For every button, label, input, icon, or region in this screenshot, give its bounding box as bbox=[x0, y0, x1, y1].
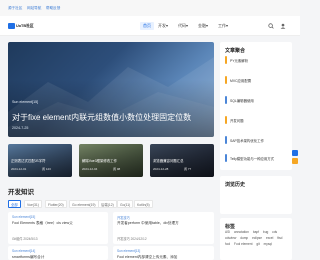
top-link-navigation[interactable]: 网站导航 bbox=[27, 6, 41, 11]
tab-go-element[interactable]: Go element(19) bbox=[69, 200, 99, 208]
post-tag[interactable]: Sun element[13] bbox=[117, 249, 140, 253]
logo-icon[interactable] bbox=[8, 23, 15, 29]
recommend-item[interactable]: SQL编辑器使用 bbox=[225, 94, 293, 109]
thumb-date: 2024-12-04 bbox=[82, 167, 98, 171]
post-card[interactable]: 开发技巧 开发者perform 中使用table、div处理方 开发技巧 202… bbox=[113, 212, 214, 244]
recommend-bar bbox=[225, 154, 227, 162]
recommend-label: Telly模型功能与一种应用方式 bbox=[230, 157, 275, 161]
hero-title[interactable]: 对于fixe element内联元组数值小数位处理固定位数 bbox=[12, 112, 191, 123]
tag-item[interactable]: fool bbox=[225, 241, 230, 247]
post-tag[interactable]: Sun element[14] bbox=[12, 249, 35, 253]
post-title[interactable]: 开发者perform 中使用table、div处理方 bbox=[117, 221, 179, 226]
tab-backend[interactable]: 后端(12) bbox=[98, 200, 117, 208]
tag-cloud: ASI annotation bapf bug cds cdsview dump… bbox=[225, 229, 293, 247]
recommend-bar bbox=[225, 76, 227, 84]
tab-flutter[interactable]: Flutter(20) bbox=[45, 200, 67, 208]
sidebar-recommend: 文章聚合 PY元素解析 MVC应用配置 SQL编辑器使用 开发问题 SAP技术架… bbox=[220, 42, 292, 170]
hero-date: 2024-7-25 bbox=[12, 126, 29, 130]
thumb-card[interactable]: 正则表达式匹配JS字符 2024-12-01 阅 123 bbox=[8, 144, 72, 177]
recommend-bar bbox=[225, 136, 227, 144]
post-meta: Git组件 2024/5/13 bbox=[12, 237, 38, 241]
top-link-feedback[interactable]: 帮助反馈 bbox=[46, 6, 60, 11]
tab-kotlin[interactable]: Kotlin(5) bbox=[134, 200, 153, 208]
post-tag[interactable]: Sun element[15] bbox=[12, 215, 35, 219]
post-title[interactable]: Fool Elements 表格（tree）cls view父 bbox=[12, 221, 73, 226]
search-icon[interactable] bbox=[268, 23, 274, 29]
tab-go[interactable]: Go(11) bbox=[117, 200, 134, 208]
recommend-item[interactable]: Telly模型功能与一种应用方式 bbox=[225, 152, 293, 167]
recommend-item[interactable]: MVC应用配置 bbox=[225, 74, 293, 89]
history-list bbox=[225, 186, 293, 208]
post-title[interactable]: smartforms编写合计 bbox=[12, 255, 44, 260]
recommend-item[interactable]: SAP技术架构优化工作 bbox=[225, 134, 293, 149]
post-card[interactable]: Sun element[15] Fool Elements 表格（tree）cl… bbox=[8, 212, 108, 244]
recommend-bar bbox=[225, 56, 227, 64]
sidebar-recommend-title: 文章聚合 bbox=[225, 48, 246, 54]
section-title: 开发知识 bbox=[8, 189, 34, 196]
top-link-community[interactable]: 源于社区 bbox=[8, 6, 22, 11]
tag-item[interactable]: git bbox=[256, 241, 259, 247]
recommend-bar bbox=[225, 96, 227, 104]
tag-item[interactable]: ftsd bbox=[277, 235, 282, 241]
chat-icon[interactable] bbox=[292, 158, 298, 164]
nav-item-work-label: 工作 bbox=[218, 23, 226, 28]
post-tag[interactable]: 开发技巧 bbox=[117, 215, 130, 220]
user-icon[interactable] bbox=[280, 23, 286, 29]
recommend-label: SAP技术架构优化工作 bbox=[230, 139, 264, 143]
recommend-item[interactable]: 开发问题 bbox=[225, 114, 293, 129]
post-card[interactable]: Sun element[14] smartforms编写合计 bbox=[8, 246, 108, 260]
hero-tag[interactable]: Sun element[15] bbox=[12, 100, 38, 104]
nav-item-home[interactable]: 首页 bbox=[140, 22, 154, 30]
nav-item-dev[interactable]: 开发▾ bbox=[158, 22, 168, 30]
post-meta: 开发技巧 2024/12/12 bbox=[117, 237, 147, 241]
recommend-label: 开发问题 bbox=[230, 119, 244, 123]
thumb-title: 正则表达式匹配JS字符 bbox=[11, 159, 46, 163]
thumb-date: 2024-12-28 bbox=[153, 167, 169, 171]
tab-all[interactable]: 全部 bbox=[8, 200, 21, 208]
recommend-bar bbox=[225, 116, 227, 124]
thumb-card[interactable]: 解除Vue3框架修改工作 2024-12-04 阅 98 bbox=[79, 144, 143, 177]
sidebar-tags: 标签 ASI annotation bapf bug cds cdsview d… bbox=[220, 218, 292, 260]
top-bar: 源于社区 网站导航 帮助反馈 bbox=[0, 0, 300, 16]
nav-item-finance-label: 金融 bbox=[198, 23, 206, 28]
nav-item-dev-label: 开发 bbox=[158, 23, 166, 28]
thumb-title: 浏览器兼容问题汇总 bbox=[153, 159, 184, 163]
nav-item-code-label: 代码 bbox=[178, 23, 186, 28]
recommend-label: PY元素解析 bbox=[230, 59, 249, 63]
recommend-item[interactable]: PY元素解析 bbox=[225, 54, 293, 69]
tag-item[interactable]: Fool element bbox=[234, 241, 252, 247]
post-card[interactable]: Sun element[13] Fool element内部清空上传元素、添加 bbox=[113, 246, 214, 260]
thumb-views: 阅 77 bbox=[184, 167, 192, 171]
thumb-title: 解除Vue3框架修改工作 bbox=[82, 159, 117, 163]
tab-vue[interactable]: Vue(31) bbox=[24, 200, 42, 208]
post-title[interactable]: Fool element内部清空上传元素、添加 bbox=[117, 255, 177, 260]
thumb-views: 阅 98 bbox=[113, 167, 121, 171]
scroll-top-icon[interactable] bbox=[292, 150, 298, 156]
thumb-card[interactable]: 浏览器兼容问题汇总 2024-12-28 阅 77 bbox=[150, 144, 214, 177]
tag-item[interactable]: mysql bbox=[264, 241, 272, 247]
nav-item-code[interactable]: 代码▾ bbox=[178, 22, 188, 30]
logo-text[interactable]: UoTB社区 bbox=[16, 24, 34, 29]
recommend-label: MVC应用配置 bbox=[230, 79, 252, 83]
nav-item-finance[interactable]: 金融▾ bbox=[198, 22, 208, 30]
nav-item-work[interactable]: 工作▾ bbox=[218, 22, 228, 30]
sidebar-history: 浏览历史 bbox=[220, 176, 292, 214]
recommend-label: SQL编辑器使用 bbox=[230, 99, 254, 103]
thumb-date: 2024-12-01 bbox=[11, 167, 27, 171]
category-tabs: 全部 Vue(31) Flutter(20) Go element(19) 后端… bbox=[8, 200, 214, 209]
header: UoTB社区 首页 开发▾ 代码▾ 金融▾ 工作▾ bbox=[0, 16, 300, 36]
thumb-views: 阅 123 bbox=[42, 167, 51, 171]
